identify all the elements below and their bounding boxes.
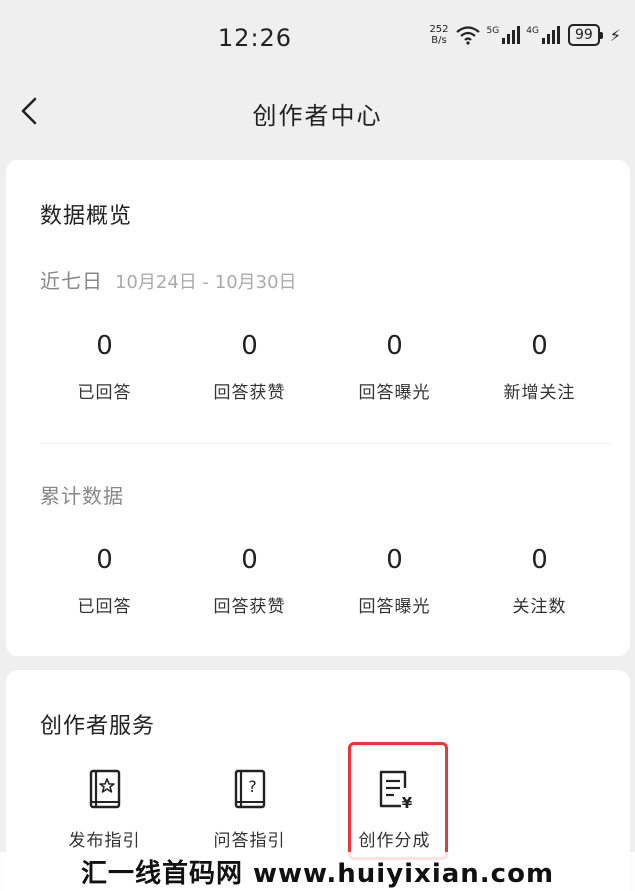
stat-label: 已回答 [77, 383, 132, 403]
stat-total-exposure[interactable]: 0 回答曝光 [322, 542, 467, 617]
stat-likes[interactable]: 0 回答获赞 [177, 328, 322, 403]
cumulative-label: 累计数据 [40, 484, 124, 508]
stat-label: 回答获赞 [213, 383, 286, 403]
battery-icon: 99 [567, 24, 603, 46]
stat-value: 0 [386, 545, 403, 575]
cumulative-stats-row: 0 已回答 0 回答获赞 0 回答曝光 0 关注数 [32, 542, 612, 617]
status-icons: 252 B/s 5G 4G 99 ⚡ [429, 24, 621, 46]
battery-level: 99 [574, 27, 593, 43]
stat-value: 0 [96, 331, 113, 361]
stat-value: 0 [386, 331, 403, 361]
page-title: 创作者中心 [252, 102, 383, 130]
stat-value: 0 [241, 331, 258, 361]
stat-answered[interactable]: 0 已回答 [32, 328, 177, 403]
net-speed: 252 B/s [429, 24, 448, 46]
stat-total-likes[interactable]: 0 回答获赞 [177, 542, 322, 617]
charging-icon: ⚡ [609, 25, 621, 45]
wifi-icon [455, 26, 480, 45]
recent-stats-row: 0 已回答 0 回答获赞 0 回答曝光 0 新增关注 [32, 328, 612, 403]
date-range: 10月24日 - 10月30日 [115, 272, 297, 293]
watermark-text: 汇一线首码网 www.huiyixian.com [80, 859, 555, 889]
nav-bar: 创作者中心 [0, 80, 635, 144]
divider [40, 443, 610, 444]
stat-value: 0 [531, 545, 548, 575]
signal-4g-label: 4G [526, 26, 539, 36]
recent-label: 近七日 [40, 269, 103, 293]
stat-new-followers[interactable]: 0 新增关注 [467, 328, 612, 403]
service-publish-guide[interactable]: 发布指引 [32, 768, 177, 851]
signal-4g-icon: 4G [526, 26, 560, 44]
stat-label: 回答获赞 [213, 597, 286, 617]
stat-value: 0 [531, 331, 548, 361]
stat-label: 新增关注 [503, 383, 576, 403]
stat-exposure[interactable]: 0 回答曝光 [322, 328, 467, 403]
stat-label: 回答曝光 [358, 597, 431, 617]
stat-total-followers[interactable]: 0 关注数 [467, 542, 612, 617]
stat-label: 回答曝光 [358, 383, 431, 403]
stat-label: 关注数 [512, 597, 567, 617]
signal-5g-icon: 5G [487, 26, 521, 44]
service-qa-guide[interactable]: ? 问答指引 [177, 768, 322, 851]
services-title: 创作者服务 [40, 714, 156, 739]
service-label: 问答指引 [213, 831, 286, 851]
stat-value: 0 [96, 545, 113, 575]
data-overview-card: 数据概览 近七日 10月24日 - 10月30日 0 已回答 0 回答获赞 0 回… [6, 160, 630, 656]
highlight-box [348, 742, 448, 860]
overview-title: 数据概览 [40, 204, 133, 229]
status-bar: 12:26 252 B/s 5G 4G 99 ⚡ [0, 0, 635, 80]
stat-label: 已回答 [77, 597, 132, 617]
book-star-icon [89, 769, 120, 809]
book-question-icon: ? [234, 769, 265, 809]
recent-header: 近七日 10月24日 - 10月30日 [40, 265, 297, 294]
signal-5g-label: 5G [486, 26, 500, 36]
watermark-banner: 汇一线首码网 www.huiyixian.com [0, 852, 635, 891]
stat-value: 0 [241, 545, 258, 575]
net-speed-value: 252 [429, 24, 449, 35]
svg-text:?: ? [248, 777, 257, 796]
service-label: 发布指引 [68, 831, 141, 851]
net-speed-unit: B/s [431, 35, 447, 46]
stat-total-answered[interactable]: 0 已回答 [32, 542, 177, 617]
